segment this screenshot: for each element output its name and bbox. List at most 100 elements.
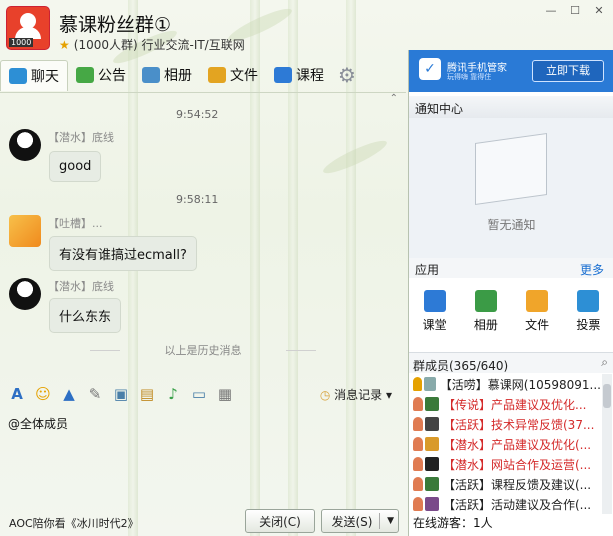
chevron-down-icon[interactable]: ▼ [387, 516, 394, 526]
clock-icon: ◷ [319, 388, 335, 402]
course-icon [274, 67, 292, 83]
app-label: 课堂 [422, 318, 447, 332]
member-list[interactable]: 【活唠】慕课网(10598091... 【传说】产品建议及优化... 【活跃】技… [409, 374, 601, 514]
notification-title: 通知中心 [415, 102, 464, 116]
member-name: 【活唠】慕课网(10598091... [439, 377, 601, 392]
member-row[interactable]: 【潜水】产品建议及优化(... [409, 434, 601, 454]
bottom-bar: AOC陪你看《冰川时代2》 关闭(C) 发送(S) ▼ [0, 508, 406, 536]
emoji-icon[interactable]: ☺ [34, 385, 52, 403]
gear-icon[interactable]: ⚙ [338, 63, 356, 87]
font-icon[interactable]: A [8, 385, 26, 403]
tab-label: 公告 [98, 68, 126, 84]
tab-chat[interactable]: 聊天 [0, 59, 68, 91]
message-input[interactable]: @全体成员 [0, 410, 406, 508]
tab-label: 聊天 [31, 68, 59, 85]
message-record-button[interactable]: ◷ 消息记录 ▾ [320, 386, 392, 403]
shield-icon: ✓ [419, 58, 441, 80]
apps-row: 课堂 相册 文件 投票 [409, 282, 613, 342]
empty-notification-text: 暂无通知 [487, 218, 536, 232]
empty-box-icon [475, 132, 547, 206]
member-name: 【活跃】技术异常反馈(37... [443, 417, 595, 432]
chat-icon [9, 67, 27, 84]
member-icon [413, 497, 423, 511]
message-time: 9:58:11 [176, 193, 219, 206]
avatar [425, 437, 439, 451]
image-icon[interactable]: ▣ [112, 385, 130, 403]
avatar[interactable] [9, 129, 41, 161]
member-icon [413, 377, 422, 391]
message-input-text: @全体成员 [8, 417, 69, 431]
member-row[interactable]: 【活唠】慕课网(10598091... [409, 374, 601, 394]
group-avatar[interactable]: 1000 [7, 7, 49, 49]
group-meta-text: (1000人群) 行业交流-IT/互联网 [73, 38, 245, 52]
member-icon [413, 477, 423, 491]
chat-window: 1000 慕课粉丝群① ★ (1000人群) 行业交流-IT/互联网 — ☐ ✕ … [0, 0, 613, 536]
tab-files[interactable]: 文件 [200, 61, 266, 89]
member-row[interactable]: 【活跃】技术异常反馈(37... [409, 414, 601, 434]
group-meta: ★ (1000人群) 行业交流-IT/互联网 [59, 36, 245, 53]
star-icon: ★ [59, 38, 70, 52]
announcement-icon [76, 67, 94, 83]
close-icon[interactable]: ✕ [591, 4, 607, 18]
scrollbar-thumb[interactable] [603, 384, 611, 408]
tab-label: 课程 [296, 68, 324, 84]
maximize-icon[interactable]: ☐ [567, 4, 583, 18]
avatar [425, 397, 439, 411]
app-label: 相册 [473, 318, 498, 332]
apps-header: 应用 更多 [409, 258, 613, 278]
member-icon [413, 457, 423, 471]
close-button[interactable]: 关闭(C) [245, 509, 315, 533]
collapse-icon[interactable]: ⌃ [390, 93, 398, 104]
music-icon[interactable]: ♪ [164, 385, 182, 403]
notification-center: 暂无通知 [409, 118, 613, 258]
member-name: 【潜水】网站合作及运营(... [443, 457, 592, 472]
member-name: 【潜水】产品建议及优化(... [443, 437, 592, 452]
more-link[interactable]: 更多 [580, 261, 604, 278]
tab-bar: 聊天 公告 相册 文件 课程 ⚙ [0, 59, 408, 91]
message-sender[interactable]: 【吐槽】... [48, 215, 103, 231]
minimize-icon[interactable]: — [543, 4, 559, 18]
calendar-icon[interactable]: ▦ [216, 385, 234, 403]
tab-announcement[interactable]: 公告 [68, 61, 134, 89]
message-sender[interactable]: 【潜水】底线 [48, 129, 114, 145]
avatar[interactable] [9, 215, 41, 247]
avatar[interactable] [9, 278, 41, 310]
notification-header: 通知中心 [409, 96, 613, 118]
app-classroom[interactable]: 课堂 [415, 282, 455, 342]
message-sender[interactable]: 【潜水】底线 [48, 278, 114, 294]
send-button[interactable]: 发送(S) ▼ [321, 509, 399, 533]
member-icon [413, 397, 423, 411]
send-label: 发送(S) [331, 514, 373, 529]
download-button[interactable]: 立即下载 [532, 60, 604, 82]
doodle-icon[interactable]: ✎ [86, 385, 104, 403]
screenshot-icon[interactable]: ▭ [190, 385, 208, 403]
members-title: 群成员(365/640) [413, 359, 509, 373]
group-name[interactable]: 慕课粉丝群① [59, 10, 171, 37]
tab-label: 文件 [230, 68, 258, 84]
album-icon [474, 290, 497, 312]
input-toolbar: A ☺ ▲ ✎ ▣ ▤ ♪ ▭ ▦ ◷ 消息记录 ▾ [0, 380, 406, 408]
message-bubble: 什么东东 [49, 298, 122, 333]
notes-icon[interactable]: ▤ [138, 385, 156, 403]
member-row[interactable]: 【活跃】课程反馈及建议(... [409, 474, 601, 494]
tencent-ad-banner[interactable]: ✓ 腾讯手机管家 玩得嗨 靠得住 立即下载 [409, 50, 613, 92]
member-row[interactable]: 【潜水】网站合作及运营(... [409, 454, 601, 474]
chat-history[interactable]: ⌃ 9:54:52 【潜水】底线 good 9:58:11 【吐槽】... 有没… [0, 92, 406, 378]
search-icon[interactable]: ⌕ [601, 355, 608, 370]
shake-icon[interactable]: ▲ [60, 385, 78, 403]
ad-link[interactable]: AOC陪你看《冰川时代2》 [9, 515, 139, 531]
member-row[interactable]: 【传说】产品建议及优化... [409, 394, 601, 414]
message-bubble: 有没有谁搞过ecmall? [49, 236, 197, 271]
member-scrollbar[interactable] [602, 374, 612, 514]
message-record-label: 消息记录 [334, 388, 383, 402]
tab-album[interactable]: 相册 [134, 61, 200, 89]
member-row[interactable]: 【活跃】活动建议及合作(... [409, 494, 601, 514]
app-vote[interactable]: 投票 [568, 282, 608, 342]
members-header: 群成员(365/640) ⌕ [409, 352, 613, 373]
app-album[interactable]: 相册 [466, 282, 506, 342]
app-label: 文件 [525, 318, 550, 332]
app-files[interactable]: 文件 [517, 282, 557, 342]
album-icon [142, 67, 160, 83]
tab-course[interactable]: 课程 [266, 61, 332, 89]
app-label: 投票 [576, 318, 601, 332]
